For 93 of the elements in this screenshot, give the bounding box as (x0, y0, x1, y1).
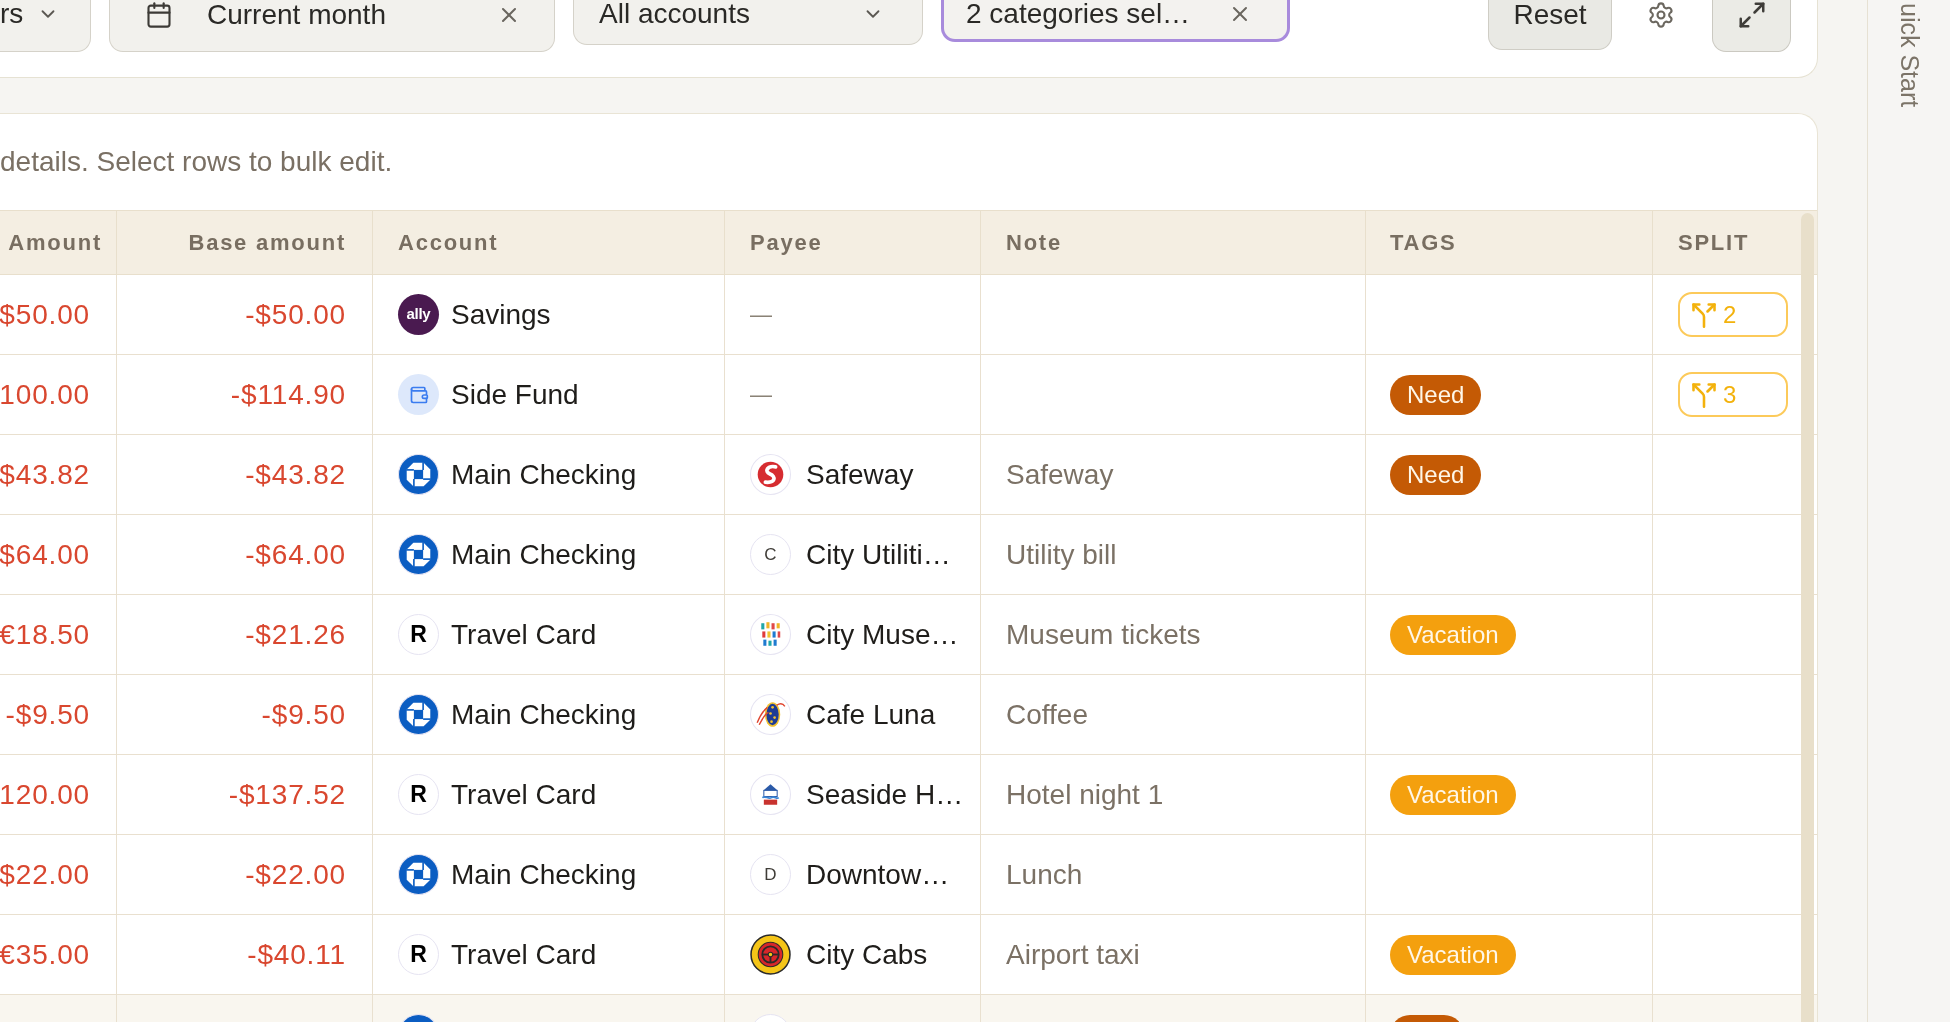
split-icon (1690, 380, 1718, 409)
amount-text: $43.82 (0, 457, 90, 492)
base-amount-text: -$64.00 (245, 537, 346, 572)
empty-dash: — (750, 381, 772, 409)
amount-text: $22.00 (0, 857, 90, 892)
colorful-logo-icon (750, 614, 791, 655)
amount-text: $64.00 (0, 537, 90, 572)
table-row[interactable]: $64.00 -$64.00 Main Checking C City Utiliti… Utility bill (0, 515, 1817, 595)
column-header[interactable]: Base amount (188, 226, 346, 259)
letter-avatar: D (750, 854, 791, 895)
column-header[interactable]: Note (1006, 226, 1062, 259)
hint-text: details. Select rows to bulk edit. (0, 145, 393, 179)
letter-avatar: C (750, 534, 791, 575)
account-name: Main Checking (451, 537, 637, 572)
filter-dropdown[interactable]: 2 categories sel… (941, 0, 1290, 42)
quick-start-tab[interactable]: uick Start (1896, 3, 1922, 108)
amount-text: $50.00 (0, 297, 90, 332)
monogram-logo: R (398, 614, 439, 655)
payee-name: Downtow… (806, 857, 950, 892)
tag: Need (1390, 374, 1482, 415)
base-amount-text: -$9.50 (261, 697, 346, 732)
monogram-logo: R (398, 774, 439, 815)
payee-name: City Utiliti… (806, 537, 951, 572)
payee-name: Seaside H… (806, 777, 964, 812)
note-text: Coffee (1006, 697, 1088, 732)
expand-button[interactable] (1712, 0, 1791, 52)
note-text: Museum tickets (1006, 617, 1201, 652)
column-header[interactable]: Account (398, 226, 499, 259)
base-amount-text: -$21.26 (245, 617, 346, 652)
base-amount-text: -$40.11 (247, 937, 346, 972)
octagon-logo-icon (398, 694, 439, 735)
table-row[interactable]: 100.00 -$114.90 Side Fund — Need 3 (0, 355, 1817, 435)
oval-logo-icon (750, 694, 791, 735)
monogram-logo: R (398, 934, 439, 975)
building-icon (750, 774, 791, 815)
account-name: Savings (451, 297, 551, 332)
octagon-logo-icon (398, 454, 439, 495)
tag: Vacation (1390, 614, 1516, 655)
note-text: Utility bill (1006, 537, 1117, 572)
monogram-logo: ally (398, 294, 439, 335)
note-text: Safeway (1006, 457, 1114, 492)
table-row[interactable]: $22.00 -$22.00 Main Checking D Downtow… Lunch (0, 835, 1817, 915)
calendar-icon (145, 0, 173, 29)
account-name: Side Fund (451, 377, 579, 412)
payee-name: Safeway (806, 457, 914, 492)
account-name: Main Checking (451, 857, 637, 892)
settings-icon[interactable] (1647, 1, 1675, 29)
column-header[interactable]: SPLIT (1678, 226, 1750, 259)
split-icon (1690, 300, 1718, 329)
column-header[interactable]: Amount (8, 226, 102, 259)
tag: Vacation (1390, 774, 1516, 815)
payee-name: City Muse… (806, 617, 959, 652)
reset-button[interactable]: Reset (1488, 0, 1612, 50)
column-header[interactable]: Payee (750, 226, 823, 259)
swirl-logo-icon (750, 454, 791, 495)
amount-text: 120.00 (0, 777, 90, 812)
amount-text: €18.50 (0, 617, 90, 652)
column-header[interactable]: TAGS (1390, 226, 1457, 259)
payee-name: Cafe Luna (806, 697, 936, 732)
base-amount-text: -$43.82 (245, 457, 346, 492)
table-row[interactable]: $43.82 -$43.82 Main Checking Safeway Safeway Need (0, 435, 1817, 515)
base-amount-text: -$137.52 (228, 777, 346, 812)
octagon-logo-icon (398, 854, 439, 895)
wallet-icon (398, 374, 439, 415)
filter-dropdown[interactable]: All accounts (573, 0, 923, 45)
note-text: Airport taxi (1006, 937, 1140, 972)
scrollbar-thumb[interactable] (1801, 213, 1814, 1022)
base-amount-text: -$22.00 (245, 857, 346, 892)
note-text: Hotel night 1 (1006, 777, 1164, 812)
table-row[interactable]: €18.50 -$21.26 R Travel Card City Muse… Museum tickets Vacation (0, 595, 1817, 675)
account-name: Travel Card (451, 617, 597, 652)
tag: Need (1390, 454, 1482, 495)
filter-dropdown[interactable]: rs (0, 0, 91, 52)
table-row[interactable]: €35.00 -$40.11 R Travel Card City Cabs Airport taxi Vacation (0, 915, 1817, 995)
empty-dash: — (750, 301, 772, 329)
steering-wheel-icon (750, 934, 791, 975)
note-text: Lunch (1006, 857, 1083, 892)
amount-text: 100.00 (0, 377, 90, 412)
account-name: Travel Card (451, 937, 597, 972)
payee-name: City Cabs (806, 937, 928, 972)
octagon-logo-icon (398, 534, 439, 575)
tag: Vacation (1390, 934, 1516, 975)
table-row[interactable]: $50.00 -$50.00 ally Savings — 2 (0, 275, 1817, 355)
table-row[interactable]: -$9.50 -$9.50 Main Checking Cafe Luna Coffee (0, 675, 1817, 755)
account-name: Main Checking (451, 697, 637, 732)
amount-text: -$9.50 (5, 697, 90, 732)
account-name: Travel Card (451, 777, 597, 812)
amount-text: €35.00 (0, 937, 90, 972)
base-amount-text: -$50.00 (245, 297, 346, 332)
table-row[interactable]: 120.00 -$137.52 R Travel Card Seaside H… Hotel night 1 Vacation (0, 755, 1817, 835)
filter-dropdown[interactable]: Current month (109, 0, 555, 52)
base-amount-text: -$114.90 (230, 377, 346, 412)
account-name: Main Checking (451, 457, 637, 492)
